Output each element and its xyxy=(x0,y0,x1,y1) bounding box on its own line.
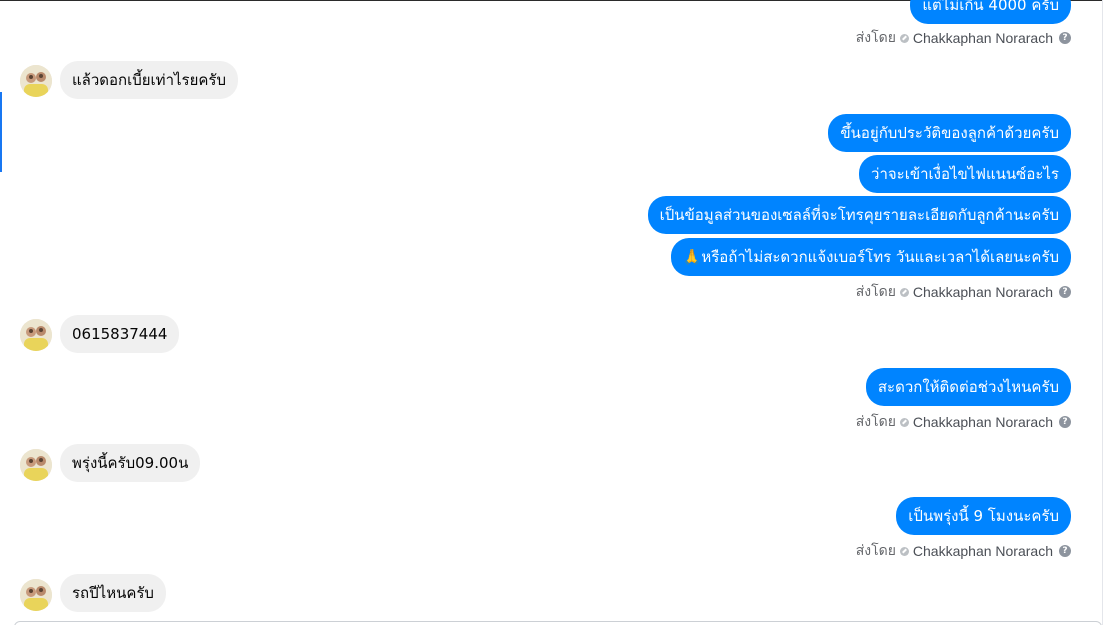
agent-name[interactable]: Chakkaphan Norarach xyxy=(913,284,1053,300)
sent-by-prefix: ส่งโดย xyxy=(855,283,896,299)
sent-by-prefix: ส่งโดย xyxy=(855,29,896,45)
message-outgoing[interactable]: แต่ไม่เกิน 4000 ครับ xyxy=(910,0,1071,24)
agent-name[interactable]: Chakkaphan Norarach xyxy=(913,543,1053,559)
message-outgoing[interactable]: เป็นข้อมูลส่วนของเซลล์ที่จะโทรคุยรายละเอ… xyxy=(647,196,1071,234)
composer-edge[interactable] xyxy=(14,621,1102,625)
help-icon[interactable]: ? xyxy=(1059,545,1071,557)
message-text: รถปีไหนครับ xyxy=(72,584,154,602)
message-text: หรือถ้าไม่สะดวกแจ้งเบอร์โทร วันและเวลาได… xyxy=(701,248,1059,266)
agent-name[interactable]: Chakkaphan Norarach xyxy=(913,30,1053,46)
message-text: แล้วดอกเบี้ยเท่าไรยครับ xyxy=(72,71,226,89)
pray-emoji-icon: 🙏 xyxy=(682,248,702,266)
avatar[interactable] xyxy=(20,449,52,481)
check-icon xyxy=(899,33,909,43)
message-text: แต่ไม่เกิน 4000 ครับ xyxy=(922,0,1059,14)
sent-by-label: ส่งโดย Chakkaphan Norarach ? xyxy=(856,411,1071,433)
avatar[interactable] xyxy=(20,579,52,611)
message-text: ขึ้นอยู่กับประวัติของลูกค้าด้วยครับ xyxy=(840,124,1059,142)
message-text: เป็นพรุ่งนี้ 9 โมงนะครับ xyxy=(908,507,1059,525)
avatar[interactable] xyxy=(20,65,52,97)
sent-by-label: ส่งโดย Chakkaphan Norarach ? xyxy=(856,27,1071,49)
message-incoming[interactable]: แล้วดอกเบี้ยเท่าไรยครับ xyxy=(60,61,238,99)
message-incoming[interactable]: รถปีไหนครับ xyxy=(60,574,166,612)
message-text: เป็นข้อมูลส่วนของเซลล์ที่จะโทรคุยรายละเอ… xyxy=(659,206,1059,224)
message-text: พรุ่งนี้ครับ09.00น xyxy=(72,454,189,472)
message-incoming[interactable]: พรุ่งนี้ครับ09.00น xyxy=(60,444,201,482)
message-outgoing[interactable]: เป็นพรุ่งนี้ 9 โมงนะครับ xyxy=(896,497,1071,535)
message-text: 0615837444 xyxy=(72,325,168,343)
check-icon xyxy=(899,287,909,297)
chat-window: แต่ไม่เกิน 4000 ครับ ส่งโดย Chakkaphan N… xyxy=(0,0,1103,625)
help-icon[interactable]: ? xyxy=(1059,416,1071,428)
message-outgoing[interactable]: ขึ้นอยู่กับประวัติของลูกค้าด้วยครับ xyxy=(828,114,1071,152)
sent-by-prefix: ส่งโดย xyxy=(855,413,896,429)
avatar[interactable] xyxy=(20,319,52,351)
message-outgoing[interactable]: ว่าจะเข้าเงื่อไขไฟแนนซ์อะไร xyxy=(859,155,1071,193)
message-outgoing[interactable]: สะดวกให้ติดต่อช่วงไหนครับ xyxy=(865,368,1071,406)
message-text: สะดวกให้ติดต่อช่วงไหนครับ xyxy=(877,378,1059,396)
help-icon[interactable]: ? xyxy=(1059,286,1071,298)
sent-by-prefix: ส่งโดย xyxy=(855,542,896,558)
check-icon xyxy=(899,417,909,427)
message-incoming[interactable]: 0615837444 xyxy=(60,315,180,353)
message-outgoing[interactable]: 🙏หรือถ้าไม่สะดวกแจ้งเบอร์โทร วันและเวลาไ… xyxy=(670,238,1071,276)
sent-by-label: ส่งโดย Chakkaphan Norarach ? xyxy=(856,540,1071,562)
help-icon[interactable]: ? xyxy=(1059,32,1071,44)
check-icon xyxy=(899,546,909,556)
message-text: ว่าจะเข้าเงื่อไขไฟแนนซ์อะไร xyxy=(871,165,1059,183)
sent-by-label: ส่งโดย Chakkaphan Norarach ? xyxy=(856,281,1071,303)
agent-name[interactable]: Chakkaphan Norarach xyxy=(913,414,1053,430)
selection-accent xyxy=(0,92,2,172)
